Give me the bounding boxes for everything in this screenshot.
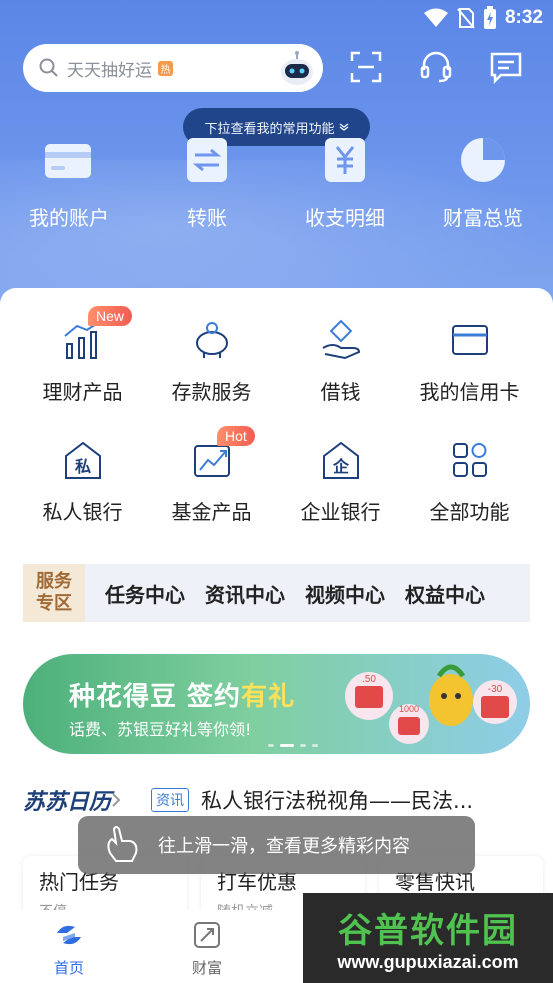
grid-item-credit-card[interactable]: 我的信用卡 bbox=[405, 318, 534, 405]
function-grid-row-2: 私 私人银行 Hot 基金产品 企 企业银行 全部功能 bbox=[0, 426, 553, 525]
top-actions bbox=[349, 50, 523, 84]
grid-label: 私人银行 bbox=[42, 500, 123, 524]
quick-label: 转账 bbox=[187, 206, 227, 230]
home-logo-icon bbox=[50, 916, 88, 954]
grid-item-borrow[interactable]: 借钱 bbox=[276, 318, 405, 405]
chevron-down-icon bbox=[339, 123, 348, 131]
coupons-illustration: .50 1000 -30 bbox=[345, 664, 517, 744]
message-icon[interactable] bbox=[489, 50, 523, 84]
new-badge: New bbox=[88, 306, 133, 326]
banner-pagination bbox=[268, 744, 318, 747]
grid-label: 存款服务 bbox=[171, 380, 252, 404]
search-placeholder: 天天抽好运 bbox=[67, 60, 152, 81]
grid-item-all-functions[interactable]: 全部功能 bbox=[405, 438, 534, 525]
service-zone-tag: 服务 专区 bbox=[23, 564, 85, 622]
promo-banner[interactable]: 种花得豆 签约有礼 话费、苏银豆好礼等你领! .50 1000 -30 bbox=[23, 654, 530, 754]
grid-label: 理财产品 bbox=[42, 380, 123, 404]
watermark-logo: 谷普软件园 www.gupuxiazai.com bbox=[303, 893, 553, 983]
banner-subtitle: 话费、苏银豆好礼等你领! bbox=[69, 720, 252, 739]
watermark-title: 谷普软件园 bbox=[338, 911, 518, 951]
news-tag: 资讯 bbox=[151, 788, 190, 812]
robot-assistant-icon[interactable] bbox=[277, 48, 317, 88]
hot-tag: 热 bbox=[158, 60, 173, 76]
quick-my-account[interactable]: 我的账户 bbox=[0, 132, 138, 231]
pie-chart-icon bbox=[461, 138, 505, 182]
quick-transfer[interactable]: 转账 bbox=[138, 132, 276, 231]
svg-text:企: 企 bbox=[331, 457, 349, 476]
task-center-link[interactable]: 任务中心 bbox=[105, 579, 185, 608]
quick-statement[interactable]: 收支明细 bbox=[276, 132, 414, 231]
transfer-icon bbox=[187, 138, 227, 182]
tab-label: 首页 bbox=[53, 959, 84, 977]
swipe-hand-icon bbox=[107, 826, 138, 862]
grid-label: 我的信用卡 bbox=[419, 380, 520, 404]
customer-service-icon[interactable] bbox=[419, 50, 453, 84]
grid-label: 全部功能 bbox=[429, 500, 510, 524]
credit-card-icon bbox=[451, 325, 488, 355]
quick-wealth-overview[interactable]: 财富总览 bbox=[414, 132, 552, 231]
grid-label: 基金产品 bbox=[171, 500, 252, 524]
svg-text:1000: 1000 bbox=[399, 704, 419, 714]
news-headline[interactable]: 私人银行法税视角——民法... bbox=[201, 785, 473, 815]
svg-text:.50: .50 bbox=[362, 674, 376, 685]
search-bar[interactable]: 天天抽好运 热 bbox=[23, 44, 323, 92]
chevron-right-icon bbox=[112, 793, 121, 807]
grid-label: 借钱 bbox=[320, 380, 361, 404]
scan-icon[interactable] bbox=[349, 50, 383, 84]
quick-label: 收支明细 bbox=[305, 206, 385, 230]
grid-item-deposit[interactable]: 存款服务 bbox=[147, 318, 276, 405]
search-icon bbox=[39, 58, 58, 77]
piggy-bank-icon bbox=[195, 322, 228, 358]
news-ticker[interactable]: 苏苏日历 资讯 私人银行法税视角——民法... bbox=[23, 780, 533, 820]
hand-coin-icon bbox=[321, 319, 360, 360]
tab-label: 财富 bbox=[191, 959, 222, 977]
scroll-hint-text: 往上滑一滑，查看更多精彩内容 bbox=[158, 836, 410, 857]
grid-item-fund-products[interactable]: Hot 基金产品 bbox=[147, 426, 276, 525]
card-icon bbox=[45, 144, 91, 178]
service-tag-line: 专区 bbox=[36, 593, 72, 614]
calendar-brand[interactable]: 苏苏日历 bbox=[23, 784, 111, 816]
svg-text:-30: -30 bbox=[488, 684, 503, 695]
rights-center-link[interactable]: 权益中心 bbox=[405, 579, 485, 608]
hot-badge: Hot bbox=[217, 426, 255, 446]
status-time: 8:32 bbox=[504, 7, 543, 28]
banner-title: 种花得豆 签约有礼 bbox=[69, 682, 296, 712]
no-sim-icon bbox=[457, 8, 475, 29]
service-zone: 服务 专区 任务中心 资讯中心 视频中心 权益中心 bbox=[23, 564, 530, 622]
corporate-bank-icon: 企 bbox=[322, 441, 359, 479]
statement-icon bbox=[325, 138, 365, 182]
watermark-url: www.gupuxiazai.com bbox=[337, 952, 519, 972]
grid-item-wealth-products[interactable]: New 理财产品 bbox=[18, 306, 147, 405]
tab-home[interactable]: 首页 bbox=[0, 910, 138, 983]
wealth-icon bbox=[194, 922, 220, 948]
private-bank-icon: 私 bbox=[64, 441, 101, 479]
quick-label: 我的账户 bbox=[29, 206, 109, 230]
quick-actions: 我的账户 转账 收支明细 财富总览 bbox=[0, 132, 553, 231]
wifi-icon bbox=[423, 8, 448, 27]
status-bar: 8:32 bbox=[0, 0, 553, 36]
scroll-hint-toast: 往上滑一滑，查看更多精彩内容 bbox=[78, 816, 475, 874]
quick-label: 财富总览 bbox=[443, 206, 523, 230]
grid-label: 企业银行 bbox=[300, 500, 381, 524]
apps-grid-icon bbox=[452, 443, 487, 477]
service-tag-line: 服务 bbox=[36, 571, 72, 592]
tab-wealth[interactable]: 财富 bbox=[138, 910, 276, 983]
video-center-link[interactable]: 视频中心 bbox=[305, 579, 385, 608]
grid-item-corporate-banking[interactable]: 企 企业银行 bbox=[276, 438, 405, 525]
grid-item-private-banking[interactable]: 私 私人银行 bbox=[18, 438, 147, 525]
battery-charging-icon bbox=[483, 6, 496, 29]
svg-text:私: 私 bbox=[74, 457, 90, 476]
function-grid-row-1: New 理财产品 存款服务 借钱 我的信用卡 bbox=[0, 306, 553, 405]
news-center-link[interactable]: 资讯中心 bbox=[205, 579, 285, 608]
